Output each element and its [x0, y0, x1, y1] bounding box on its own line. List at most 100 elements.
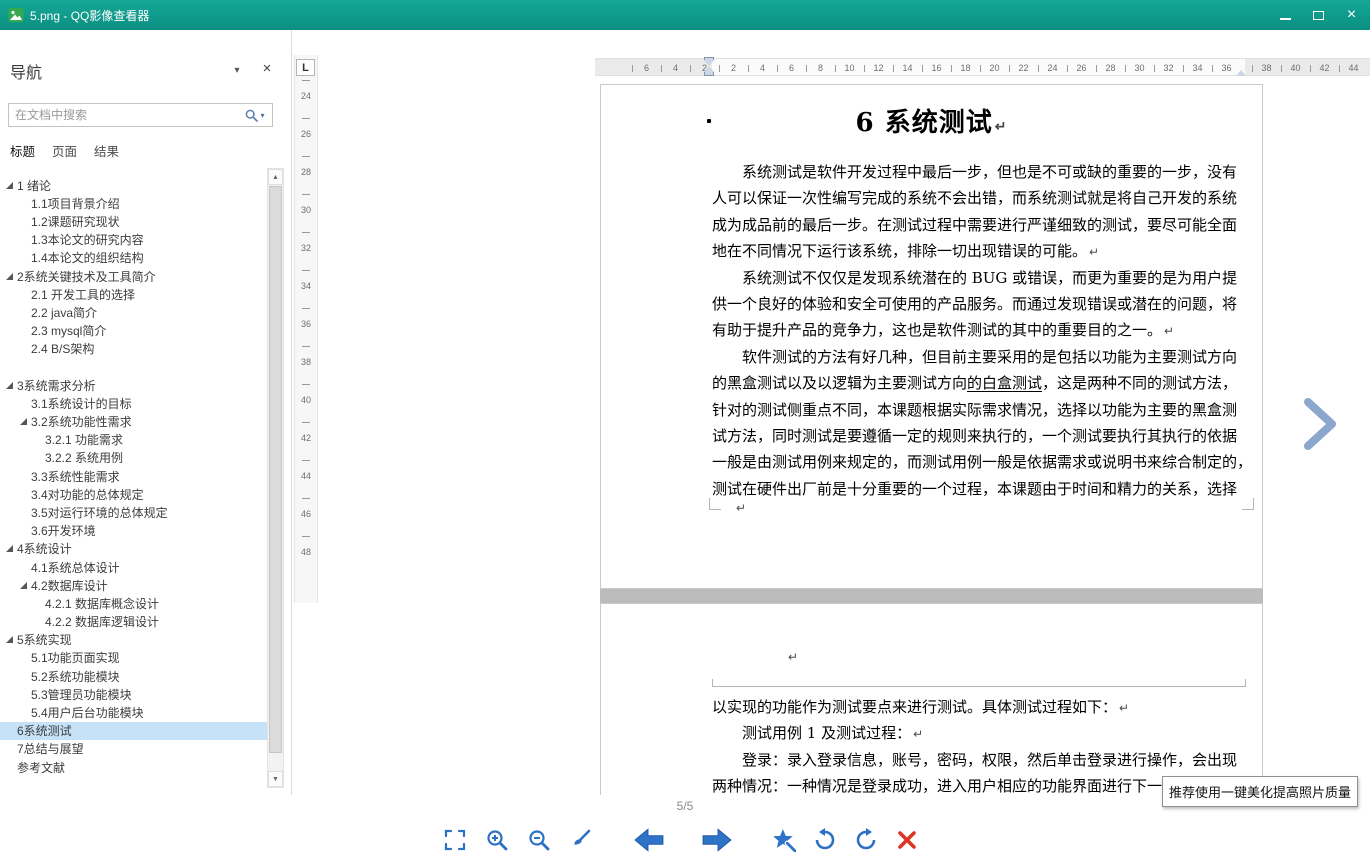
- nav-tree-item-label: 2.1 开发工具的选择: [31, 286, 135, 303]
- nav-tree-item[interactable]: 5.2系统功能模块: [0, 667, 267, 685]
- nav-tree-item[interactable]: 参考文献: [0, 758, 267, 776]
- text-boundary-corner: [709, 498, 721, 510]
- nav-tree-item-label: 3.6开发环境: [31, 522, 96, 539]
- ruler-cell: 46: [294, 490, 318, 528]
- search-button[interactable]: ▾: [238, 104, 272, 126]
- chevron-down-icon: ▾: [234, 65, 239, 76]
- ruler-cell: 36: [1205, 63, 1234, 73]
- nav-tree-item[interactable]: 3.4对功能的总体规定: [0, 485, 267, 503]
- nav-tree-item[interactable]: 1.2课题研究现状: [0, 212, 267, 230]
- nav-tree-item-label: 7总结与展望: [17, 740, 84, 757]
- paragraph-mark: ↵: [1089, 245, 1099, 259]
- ruler-cell: 6: [770, 63, 799, 73]
- rotate-right-button[interactable]: [850, 824, 882, 856]
- expand-triangle-icon[interactable]: [20, 418, 27, 425]
- expand-triangle-icon[interactable]: [20, 582, 27, 589]
- nav-tree-item[interactable]: 2.1 开发工具的选择: [0, 285, 267, 303]
- ruler-cell: 6: [625, 63, 654, 73]
- search-input[interactable]: [9, 108, 238, 122]
- nav-tree-item[interactable]: 3.2.2 系统用例: [0, 449, 267, 467]
- zoom-in-button[interactable]: [481, 824, 513, 856]
- nav-tree-item[interactable]: 5系统实现: [0, 631, 267, 649]
- expand-triangle-icon[interactable]: [6, 382, 13, 389]
- right-indent-marker[interactable]: [1236, 70, 1246, 76]
- hanging-indent-marker[interactable]: [704, 66, 714, 76]
- nav-tree-item[interactable]: 1 绪论: [0, 176, 267, 194]
- app-logo-icon: [8, 7, 24, 23]
- beautify-brush-button[interactable]: [565, 824, 597, 856]
- nav-tree-item[interactable]: 2系统关键技术及工具简介: [0, 267, 267, 285]
- first-line-indent-marker[interactable]: [704, 57, 714, 66]
- ruler-cell: 44: [294, 452, 318, 490]
- ruler-cell: 42: [294, 414, 318, 452]
- doc-line: 成为成品前的最后一步。在测试过程中需要进行严谨细致的测试，要尽可能全面: [712, 212, 1252, 238]
- text-boundary-corner: [1242, 498, 1254, 510]
- document-search-box: ▾: [8, 103, 273, 127]
- nav-tree-item[interactable]: 2.2 java简介: [0, 303, 267, 321]
- nav-tree-item[interactable]: 3.2系统功能性需求: [0, 412, 267, 430]
- ruler-cell: 28: [294, 148, 318, 186]
- ruler-cell: 14: [886, 63, 915, 73]
- text-boundary-corner: [712, 679, 713, 687]
- nav-tree-item[interactable]: 4.2.1 数据库概念设计: [0, 594, 267, 612]
- nav-options-button[interactable]: ▾: [228, 62, 246, 78]
- nav-tree-item[interactable]: 3.3系统性能需求: [0, 467, 267, 485]
- scroll-up-button[interactable]: ▲: [268, 169, 283, 185]
- arrow-right-icon: [701, 827, 733, 853]
- nav-tree-item[interactable]: 1.1项目背景介绍: [0, 194, 267, 212]
- nav-tree-item[interactable]: 3.5对运行环境的总体规定: [0, 503, 267, 521]
- nav-tree-item[interactable]: 7总结与展望: [0, 740, 267, 758]
- doc-line: 人可以保证一次性编写完成的系统不会出错，而系统测试就是将自己开发的系统: [712, 185, 1252, 211]
- nav-tree-item[interactable]: 4系统设计: [0, 540, 267, 558]
- nav-tree-item[interactable]: 1.3本论文的研究内容: [0, 231, 267, 249]
- nav-tree-item[interactable]: 6系统测试: [0, 722, 267, 740]
- doc-line: 地在不同情况下运行该系统，排除一切出现错误的可能。↵: [712, 238, 1252, 264]
- doc-text: 一般是由测试用例来规定的，而测试用例一般是依据需求或说明书来综合制定的，: [712, 453, 1252, 471]
- nav-tree-item[interactable]: 3.1系统设计的目标: [0, 394, 267, 412]
- expand-triangle-icon[interactable]: [6, 273, 13, 280]
- nav-tree-item[interactable]: 2.4 B/S架构: [0, 340, 267, 358]
- next-image-button[interactable]: [698, 824, 736, 856]
- paragraph-mark: ↵: [788, 650, 798, 664]
- scrollbar-thumb[interactable]: [269, 186, 282, 753]
- nav-tree-item[interactable]: 5.4用户后台功能模块: [0, 703, 267, 721]
- ruler-cell: 16: [915, 63, 944, 73]
- tab-headings[interactable]: 标题: [10, 141, 35, 160]
- minimize-button[interactable]: [1269, 0, 1302, 30]
- nav-tree-item[interactable]: 1.4本论文的组织结构: [0, 249, 267, 267]
- nav-tree-item[interactable]: 3系统需求分析: [0, 376, 267, 394]
- indent-marker-box: [704, 72, 714, 76]
- nav-tree-item[interactable]: 4.2数据库设计: [0, 576, 267, 594]
- rotate-left-button[interactable]: [809, 824, 841, 856]
- nav-close-button[interactable]: ×: [256, 58, 278, 78]
- nav-scrollbar[interactable]: ▲ ▼: [267, 168, 284, 788]
- nav-tree-item[interactable]: 5.1功能页面实现: [0, 649, 267, 667]
- next-image-arrow[interactable]: [1296, 394, 1344, 454]
- nav-tree-item[interactable]: 4.1系统总体设计: [0, 558, 267, 576]
- doc-line: 以实现的功能作为测试要点来进行测试。具体测试过程如下：↵: [712, 694, 1252, 720]
- tab-pages[interactable]: 页面: [52, 141, 77, 160]
- maximize-button[interactable]: [1302, 0, 1335, 30]
- qq-image-viewer-window: 5.png - QQ影像查看器 × 导航 ▾ × ▾ 标题 页面 结果 1 绪论…: [0, 0, 1370, 857]
- minimize-icon: [1280, 18, 1291, 20]
- zoom-out-button[interactable]: [523, 824, 555, 856]
- nav-tree-item[interactable]: 2.3 mysql简介: [0, 322, 267, 340]
- delete-button[interactable]: [891, 824, 923, 856]
- tab-results[interactable]: 结果: [94, 141, 119, 160]
- expand-triangle-icon[interactable]: [6, 545, 13, 552]
- nav-tree-item[interactable]: 4.2.2 数据库逻辑设计: [0, 613, 267, 631]
- nav-tree-item[interactable]: 3.6开发环境: [0, 522, 267, 540]
- doc-text: 系统测试是软件开发过程中最后一步，但也是不可或缺的重要的一步，没有: [712, 163, 1237, 181]
- doc-text: 登录：录入登录信息，账号，密码，权限，然后单击登录进行操作，会出现: [712, 751, 1237, 769]
- close-button[interactable]: ×: [1335, 0, 1368, 30]
- fit-window-button[interactable]: [439, 824, 471, 856]
- ruler-cell: 20: [973, 63, 1002, 73]
- nav-tree-item[interactable]: 5.3管理员功能模块: [0, 685, 267, 703]
- search-icon: [245, 109, 258, 122]
- scroll-down-button[interactable]: ▼: [268, 771, 283, 787]
- nav-tree-item[interactable]: 3.2.1 功能需求: [0, 431, 267, 449]
- previous-image-button[interactable]: [630, 824, 668, 856]
- edit-star-button[interactable]: [768, 824, 800, 856]
- expand-triangle-icon[interactable]: [6, 182, 13, 189]
- expand-triangle-icon[interactable]: [6, 636, 13, 643]
